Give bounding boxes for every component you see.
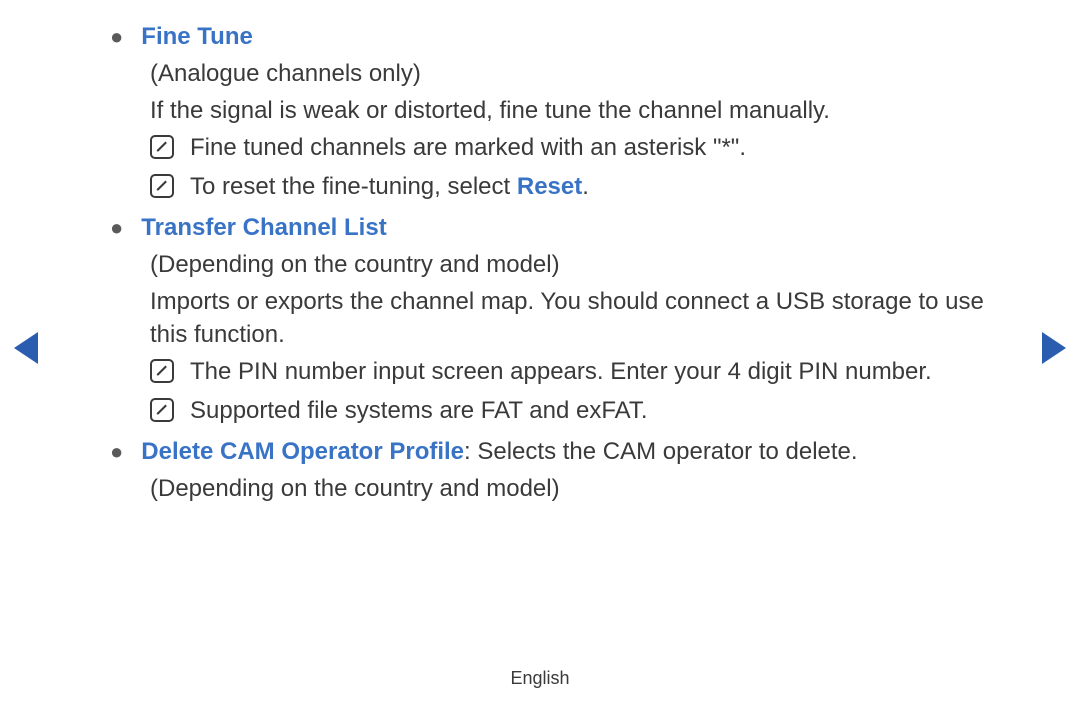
bullet-row: ● Delete CAM Operator Profile: Selects t… <box>110 435 1010 468</box>
section-subtitle: (Depending on the country and model) <box>150 472 1010 505</box>
section-title: Transfer Channel List <box>141 211 386 244</box>
note-icon <box>150 359 174 383</box>
section-delete-cam: ● Delete CAM Operator Profile: Selects t… <box>110 435 1010 505</box>
note-icon <box>150 398 174 422</box>
section-body: If the signal is weak or distorted, fine… <box>150 94 1010 127</box>
note-icon <box>150 135 174 159</box>
note-prefix: To reset the fine-tuning, select <box>190 173 517 200</box>
bullet-icon: ● <box>110 211 123 244</box>
bullet-row: ● Transfer Channel List <box>110 211 1010 244</box>
section-body: Imports or exports the channel map. You … <box>150 285 1010 351</box>
note-row: To reset the fine-tuning, select Reset. <box>150 170 1010 203</box>
section-title: Fine Tune <box>141 20 253 53</box>
note-suffix: . <box>582 173 589 200</box>
section-subtitle: (Analogue channels only) <box>150 57 1010 90</box>
section-transfer-channel-list: ● Transfer Channel List (Depending on th… <box>110 211 1010 427</box>
page-footer-language: English <box>0 668 1080 689</box>
nav-prev-icon[interactable] <box>14 332 38 364</box>
note-text: Fine tuned channels are marked with an a… <box>190 131 746 164</box>
section-fine-tune: ● Fine Tune (Analogue channels only) If … <box>110 20 1010 203</box>
note-text: The PIN number input screen appears. Ent… <box>190 355 932 388</box>
note-text: To reset the fine-tuning, select Reset. <box>190 170 589 203</box>
section-inline-desc: : Selects the CAM operator to delete. <box>464 438 858 465</box>
bullet-row: ● Fine Tune <box>110 20 1010 53</box>
nav-next-icon[interactable] <box>1042 332 1066 364</box>
note-text: Supported file systems are FAT and exFAT… <box>190 394 648 427</box>
note-row: The PIN number input screen appears. Ent… <box>150 355 1010 388</box>
section-subtitle: (Depending on the country and model) <box>150 248 1010 281</box>
page-content: ● Fine Tune (Analogue channels only) If … <box>110 20 1010 513</box>
note-icon <box>150 174 174 198</box>
note-row: Fine tuned channels are marked with an a… <box>150 131 1010 164</box>
bullet-icon: ● <box>110 435 123 468</box>
bullet-icon: ● <box>110 20 123 53</box>
section-title-line: Delete CAM Operator Profile: Selects the… <box>141 435 857 468</box>
note-row: Supported file systems are FAT and exFAT… <box>150 394 1010 427</box>
section-title: Delete CAM Operator Profile <box>141 438 464 465</box>
note-highlight: Reset <box>517 173 582 200</box>
